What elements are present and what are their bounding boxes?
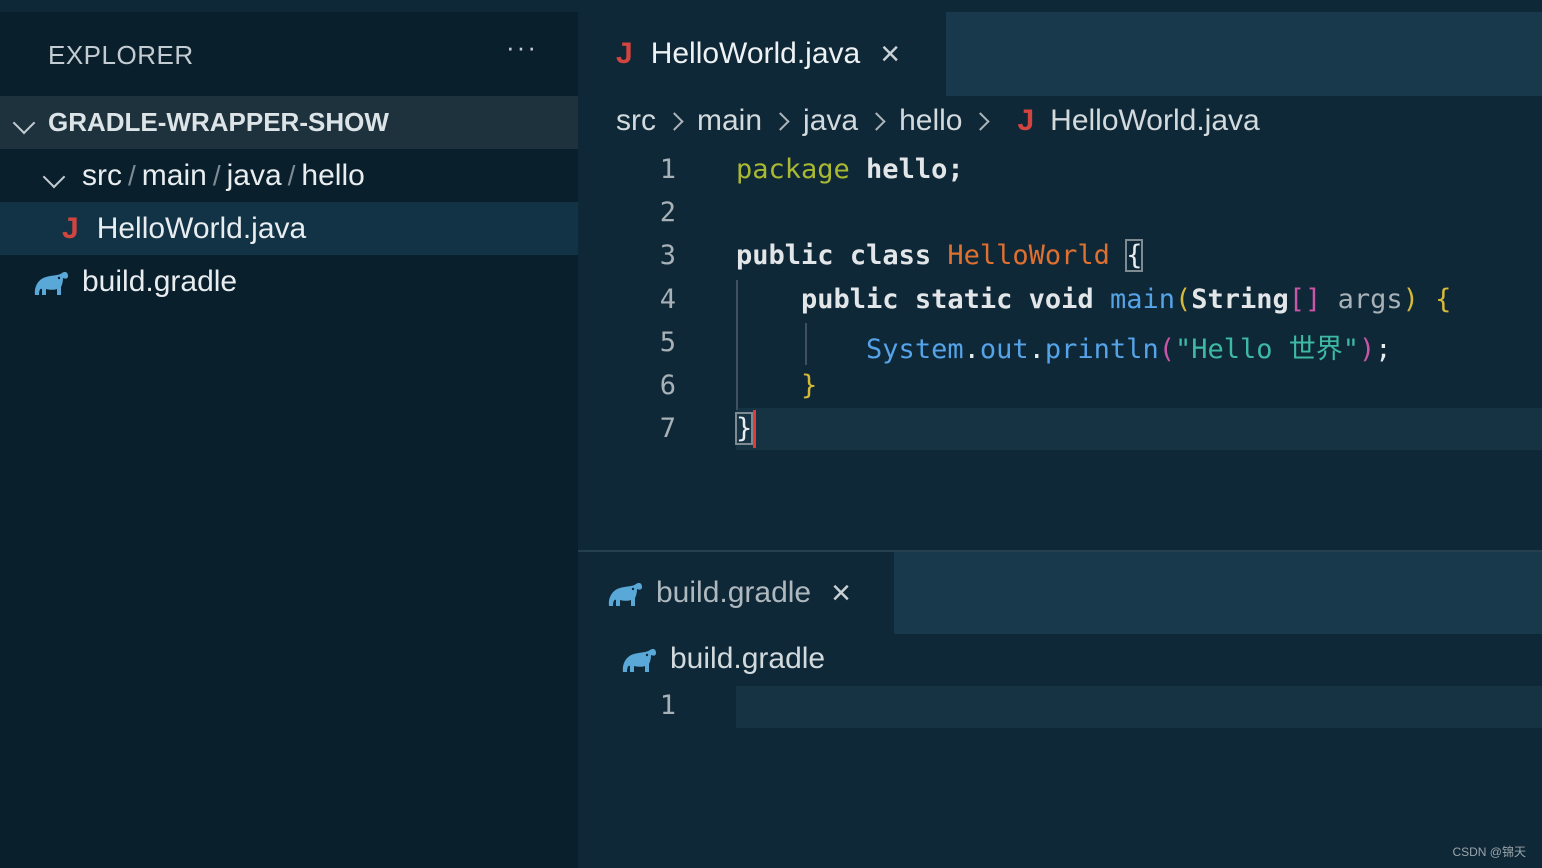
method-call: println (1044, 334, 1159, 365)
breadcrumb-item[interactable]: main (697, 104, 762, 138)
close-icon[interactable]: × (880, 35, 900, 74)
breadcrumb-item[interactable]: java (803, 104, 858, 138)
file-name: build.gradle (82, 264, 238, 298)
breadcrumb-item[interactable]: HelloWorld.java (1050, 104, 1260, 138)
semicolon: ; (1375, 334, 1392, 365)
code-editor-build-gradle[interactable]: build.gradle 1 (578, 634, 1542, 868)
line-number: 2 (659, 197, 676, 228)
editor-tab-bar: J HelloWorld.java × (578, 12, 1542, 96)
chevron-down-icon (12, 107, 36, 138)
keyword: public (801, 284, 899, 315)
paren: ( (1158, 334, 1175, 365)
close-icon[interactable]: × (831, 574, 851, 613)
line-number: 7 (659, 413, 676, 444)
keyword: static (914, 284, 1013, 315)
dot: . (1028, 334, 1045, 365)
chevron-down-icon (42, 159, 66, 193)
paren: ) (1402, 284, 1419, 315)
brace: { (1435, 284, 1452, 315)
gradle-elephant-icon (620, 644, 658, 674)
path-separator: / (212, 159, 221, 191)
string-literal: "Hello 世界" (1174, 334, 1360, 365)
gradle-elephant-icon (606, 578, 644, 608)
tab-label: build.gradle (656, 576, 812, 609)
editor-tab-bar-2: build.gradle × (578, 552, 1542, 634)
current-line-highlight (736, 408, 1542, 450)
breadcrumb: src main java hello J HelloWorld.java (616, 104, 1260, 138)
keyword: public (736, 240, 834, 271)
line-number: 1 (659, 154, 676, 185)
array-brackets: [] (1288, 284, 1322, 315)
class-name: HelloWorld (947, 240, 1110, 271)
file-row-build-gradle[interactable]: build.gradle (0, 255, 578, 308)
chevron-right-icon (971, 111, 991, 131)
tab-build-gradle[interactable]: build.gradle × (578, 552, 894, 634)
paren: ) (1359, 334, 1376, 365)
breadcrumb-item[interactable]: src (616, 104, 656, 138)
file-name: HelloWorld.java (96, 211, 307, 245)
more-actions-icon[interactable]: ··· (506, 32, 538, 63)
folder-segment-src[interactable]: src (82, 159, 122, 193)
project-name: GRADLE-WRAPPER-SHOW (48, 107, 389, 137)
method-name: main (1109, 284, 1175, 315)
package-name: hello; (849, 154, 964, 185)
line-number: 6 (659, 370, 676, 401)
title-bar-strip (0, 0, 1542, 12)
gradle-elephant-icon (32, 267, 70, 297)
explorer-sidebar: EXPLORER ··· GRADLE-WRAPPER-SHOW src / m… (0, 12, 578, 868)
keyword: class (849, 240, 932, 271)
chevron-right-icon (867, 111, 886, 131)
file-row-helloworld-java[interactable]: J HelloWorld.java (0, 202, 578, 255)
folder-segment-java[interactable]: java (227, 159, 282, 193)
chevron-right-icon (771, 111, 790, 131)
paren: ( (1174, 284, 1192, 315)
code-editor-helloworld[interactable]: src main java hello J HelloWorld.java 1 … (578, 96, 1542, 550)
folder-row-src-main-java-hello[interactable]: src / main / java / hello (0, 149, 578, 202)
path-separator: / (128, 159, 136, 191)
explorer-title: EXPLORER (48, 40, 194, 70)
folder-segment-hello[interactable]: hello (301, 159, 364, 193)
chevron-right-icon (665, 111, 684, 131)
dot: . (963, 334, 980, 365)
line-number: 5 (659, 327, 676, 358)
explorer-header: EXPLORER ··· (0, 12, 578, 96)
text-cursor (753, 410, 756, 448)
tab-helloworld-java[interactable]: J HelloWorld.java × (578, 12, 946, 96)
param-name: args (1321, 284, 1403, 315)
code-line-5: System.out.println("Hello 世界"); (736, 327, 1392, 366)
code-line-6: } (736, 370, 817, 401)
code-line-1: package hello; (736, 154, 964, 185)
line-number: 4 (659, 284, 676, 315)
matching-brace: } (734, 412, 754, 445)
keyword: package (736, 154, 850, 185)
java-file-icon: J (616, 37, 633, 70)
current-line-highlight (736, 686, 1542, 728)
project-root-row[interactable]: GRADLE-WRAPPER-SHOW (0, 96, 578, 149)
java-file-icon: J (1017, 104, 1035, 137)
type-name: String (1191, 284, 1289, 315)
class-ref: System (866, 334, 964, 365)
watermark: CSDN @锦天 (1452, 845, 1526, 859)
tab-label: HelloWorld.java (650, 37, 861, 70)
java-file-icon: J (62, 211, 79, 245)
line-number: 1 (659, 690, 676, 721)
keyword: void (1028, 284, 1094, 315)
code-line-3: public class HelloWorld { (736, 239, 1144, 272)
folder-segment-main[interactable]: main (142, 159, 207, 193)
brace: } (801, 370, 818, 401)
breadcrumb-item[interactable]: build.gradle (670, 642, 825, 676)
breadcrumb: build.gradle (620, 642, 825, 676)
breadcrumb-item[interactable]: hello (899, 104, 962, 138)
field-ref: out (979, 334, 1029, 365)
path-separator: / (287, 159, 296, 191)
code-line-4: public static void main(String[] args) { (736, 284, 1451, 315)
line-number: 3 (659, 240, 676, 271)
code-line-7: } (734, 412, 754, 445)
matching-brace: { (1125, 239, 1144, 272)
